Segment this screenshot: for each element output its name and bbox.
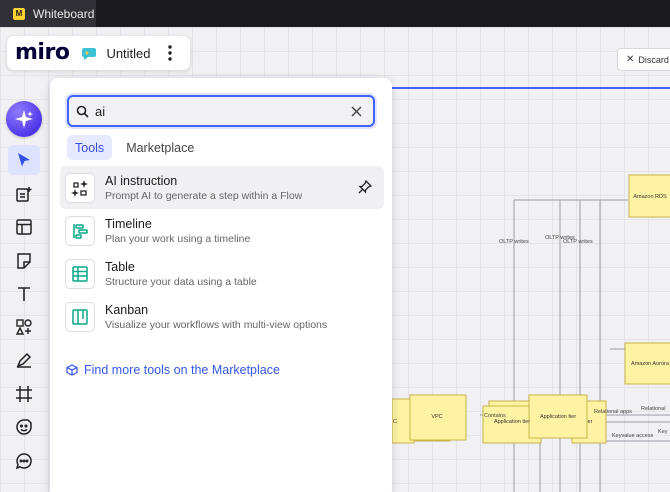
tab-marketplace[interactable]: Marketplace xyxy=(118,135,202,160)
text-tool[interactable] xyxy=(8,279,40,309)
node-label-er: er xyxy=(588,419,593,425)
search-input[interactable] xyxy=(95,99,335,123)
pen-tool[interactable] xyxy=(8,345,40,375)
result-description: Prompt AI to generate a step within a Fl… xyxy=(105,189,303,202)
more-vertical-icon xyxy=(168,45,172,61)
node-label-c: C xyxy=(393,419,397,425)
templates-icon xyxy=(16,187,32,202)
result-kanban[interactable]: Kanban Visualize your workflows with mul… xyxy=(60,295,384,338)
result-ai-instruction[interactable]: AI instruction Prompt AI to generate a s… xyxy=(60,166,384,209)
frame-icon xyxy=(16,386,32,402)
result-title: AI instruction xyxy=(105,173,178,188)
more-tools[interactable] xyxy=(8,478,40,492)
stickers-tool[interactable] xyxy=(8,412,40,442)
comment-tool[interactable] xyxy=(8,446,40,476)
shapes-tool[interactable] xyxy=(8,312,40,342)
sticky-note-tool[interactable] xyxy=(8,246,40,276)
board-title[interactable]: Untitled xyxy=(106,46,150,61)
left-toolbar xyxy=(0,94,48,492)
edge-label-key-right: Key xyxy=(658,429,668,435)
templates-tool[interactable] xyxy=(8,179,40,209)
pen-icon xyxy=(16,352,32,368)
sparkle-icon xyxy=(15,110,33,128)
results-list: AI instruction Prompt AI to generate a s… xyxy=(60,166,384,338)
result-description: Plan your work using a timeline xyxy=(105,232,251,245)
edge-label-relational-right: Relational xyxy=(641,406,665,412)
panel-tabs: Tools Marketplace xyxy=(67,135,202,160)
more-tools-icon xyxy=(15,488,33,492)
node-label-amazon-aurora: Amazon Aurora xyxy=(631,361,670,367)
result-description: Structure your data using a table xyxy=(105,275,257,288)
miro-logo[interactable]: miro xyxy=(15,42,70,64)
table-icon xyxy=(65,258,95,289)
node-label-app-tier: Application tier xyxy=(540,414,576,420)
select-icon xyxy=(18,153,30,167)
result-title: Table xyxy=(105,259,135,274)
board-more-button[interactable] xyxy=(162,43,178,63)
select-tool[interactable] xyxy=(8,145,40,175)
window-tab-label: Whiteboard xyxy=(33,6,95,21)
ai-instruction-icon xyxy=(65,172,95,203)
miro-app-icon: M xyxy=(13,7,25,20)
result-timeline[interactable]: Timeline Plan your work using a timeline xyxy=(60,209,384,252)
edge-label-keyvalue: Keyvalue access xyxy=(612,433,654,439)
marketplace-link[interactable]: Find more tools on the Marketplace xyxy=(66,363,280,377)
board-menu: miro Untitled xyxy=(7,36,190,70)
comment-icon xyxy=(15,453,32,470)
result-table[interactable]: Table Structure your data using a table xyxy=(60,252,384,295)
result-description: Visualize your workflows with multi-view… xyxy=(105,318,328,331)
search-box[interactable] xyxy=(67,95,375,127)
marketplace-link-label: Find more tools on the Marketplace xyxy=(84,363,280,377)
search-icon xyxy=(76,104,90,118)
board-chat-icon xyxy=(82,48,97,60)
window-tab[interactable]: M Whiteboard xyxy=(0,0,96,27)
stickers-icon xyxy=(16,419,32,435)
node-label-amazon-rds: Amazon RDS xyxy=(633,194,667,200)
timeline-icon xyxy=(65,215,95,246)
edge-label-oltp-1: OLTP writes xyxy=(499,239,529,245)
result-title: Timeline xyxy=(105,216,152,231)
sticky-note-icon xyxy=(17,253,31,269)
edge-label-oltp-3: OLTP writes xyxy=(563,239,593,245)
edge-label-relational-apps: Relational apps xyxy=(594,409,632,415)
kanban-icon xyxy=(65,301,95,332)
tools-search-panel: Tools Marketplace AI instruction Prompt … xyxy=(50,78,392,492)
shapes-icon xyxy=(15,319,32,335)
node-label-vpc: VPC xyxy=(431,414,442,420)
frame-layout-icon xyxy=(16,219,32,235)
result-title: Kanban xyxy=(105,302,149,317)
ai-assist-button[interactable] xyxy=(6,101,42,137)
pin-icon[interactable] xyxy=(358,180,372,194)
layout-tool[interactable] xyxy=(8,212,40,242)
edge-label-contains: Contains xyxy=(484,413,506,419)
node-label-app-tier-small: Application tier xyxy=(494,419,530,425)
tab-tools[interactable]: Tools xyxy=(67,135,113,160)
clear-search-icon[interactable] xyxy=(349,104,363,118)
text-icon xyxy=(18,287,30,301)
title-bar: M Whiteboard xyxy=(0,0,670,27)
frame-tool[interactable] xyxy=(8,379,40,409)
cube-icon xyxy=(66,364,78,376)
